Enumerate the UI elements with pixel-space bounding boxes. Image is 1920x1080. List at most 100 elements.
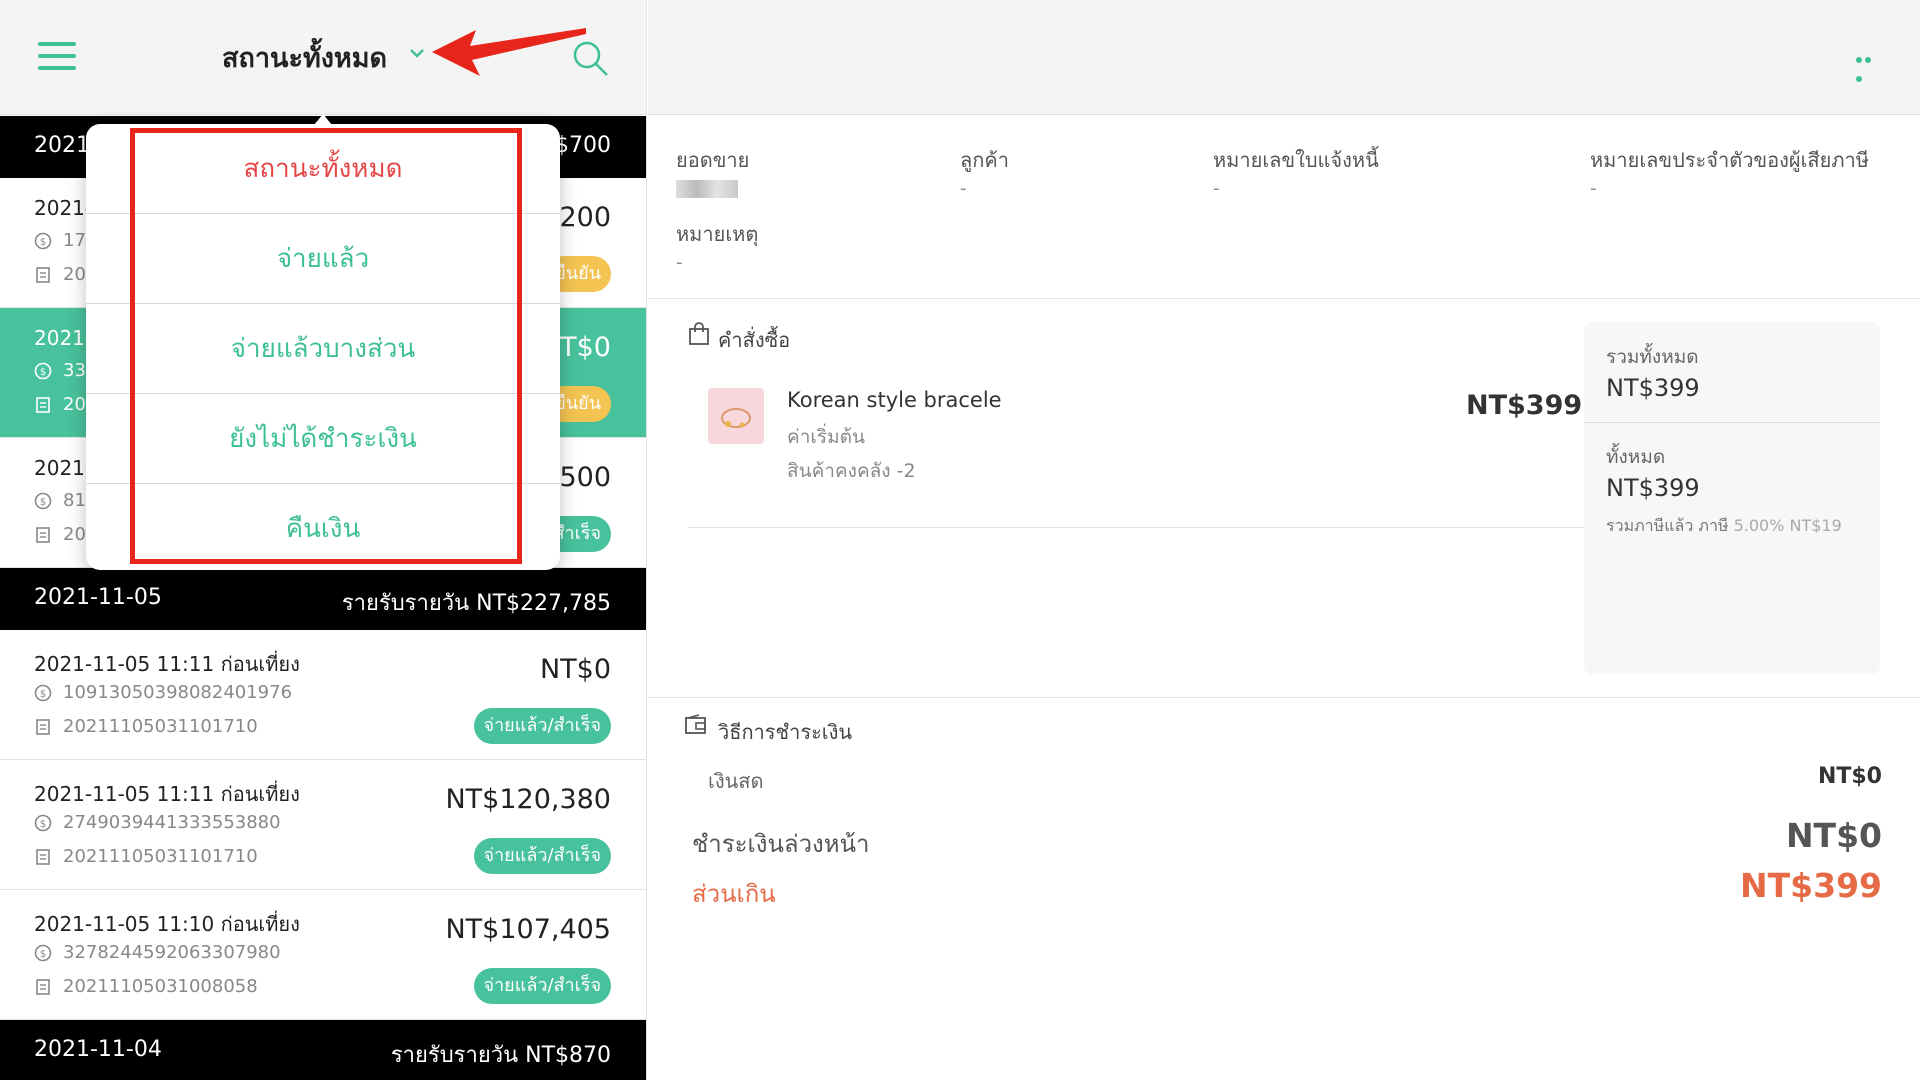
cash-label: เงินสด (708, 769, 764, 793)
row-time: 2021- (34, 456, 93, 480)
row-order-id: 33 (63, 360, 86, 381)
divider (688, 527, 1584, 528)
detail-header (648, 0, 1920, 115)
status-badge: จ่ายแล้ว/สำเร็จ (473, 838, 611, 874)
receipt-icon (36, 979, 50, 995)
row-order-id: 81 (63, 490, 86, 511)
transaction-detail-panel: ยอดขาย ลูกค้า - หมายเลขใบแจ้งหนี้ - หมาย… (648, 0, 1920, 1080)
more-options-icon[interactable] (1856, 48, 1882, 82)
row-time: 2021-11-05 11:11 ก่อนเที่ยง (34, 782, 300, 806)
order-section-title: คำสั่งซื้อ (718, 328, 791, 352)
receipt-icon (36, 849, 50, 865)
order-summary-card: รวมทั้งหมด NT$399 ทั้งหมด NT$399 รวมภาษี… (1584, 322, 1880, 674)
status-filter-dropdown: สถานะทั้งหมด จ่ายแล้ว จ่ายแล้วบางส่วน ยั… (86, 114, 560, 570)
search-icon[interactable] (570, 38, 610, 78)
prepaid-value: NT$0 (1785, 816, 1882, 855)
row-amount: NT$107,405 (445, 914, 611, 945)
date-group-header: 2021-11-05 รายรับรายวัน NT$227,785 (0, 568, 646, 630)
invoice-number-value: - (1213, 178, 1220, 199)
note-value: - (676, 252, 683, 273)
note-label: หมายเหตุ (676, 222, 759, 246)
status-filter-title[interactable]: สถานะทั้งหมด (222, 36, 387, 79)
row-time: 2021-11-05 11:11 ก่อนเที่ยง (34, 652, 300, 676)
list-header: สถานะทั้งหมด (0, 0, 646, 115)
menu-icon[interactable] (38, 42, 76, 72)
filter-option-all[interactable]: สถานะทั้งหมด (86, 124, 560, 214)
svg-text:$: $ (40, 237, 46, 248)
product-stock: สินค้าคงคลัง -2 (787, 460, 916, 482)
row-order-id: 2749039441333553880 (63, 812, 281, 833)
product-variant: ค่าเริ่มต้น (787, 426, 865, 448)
transaction-row[interactable]: 2021-11-05 11:11 ก่อนเที่ยง $ 1091305039… (0, 630, 646, 760)
subtotal-value: NT$399 (1606, 374, 1700, 402)
annotation-arrow-icon (432, 28, 586, 76)
row-invoice-number: 20211105031101710 (63, 846, 258, 867)
status-badge: จ่ายแล้ว/สำเร็จ (473, 708, 611, 744)
row-amount: NT$0 (539, 654, 611, 685)
svg-text:$: $ (40, 819, 46, 830)
row-amount: NT$120,380 (445, 784, 611, 815)
tax-label: รวมภาษีแล้ว ภาษี (1606, 516, 1729, 535)
row-order-id: 17 (63, 230, 86, 251)
transaction-row[interactable]: 2021-11-05 11:11 ก่อนเที่ยง $ 2749039441… (0, 760, 646, 890)
row-invoice-number: 20 (63, 394, 86, 415)
filter-option-unpaid[interactable]: ยังไม่ได้ชำระเงิน (86, 394, 560, 484)
shopping-bag-icon (689, 322, 709, 345)
product-name: Korean style bracele (787, 388, 1002, 412)
subtotal-label: รวมทั้งหมด (1606, 346, 1699, 368)
receipt-icon (36, 527, 50, 543)
invoice-number-label: หมายเลขใบแจ้งหนี้ (1213, 148, 1379, 172)
taxpayer-id-value: - (1590, 178, 1597, 199)
overpayment-label: ส่วนเกิน (692, 880, 776, 908)
filter-option-paid[interactable]: จ่ายแล้ว (86, 214, 560, 304)
row-order-id: 3278244592063307980 (63, 942, 281, 963)
divider (1584, 422, 1880, 423)
row-invoice-number: 20211105031008058 (63, 976, 258, 997)
coin-icon: $ (34, 684, 52, 702)
group-daily-total: รายรับรายวัน NT$227,785 (341, 591, 611, 616)
divider (648, 298, 1920, 299)
svg-text:$: $ (40, 367, 46, 378)
row-invoice-number: 20 (63, 524, 86, 545)
overpayment-value: NT$399 (1740, 866, 1882, 905)
filter-option-refund[interactable]: คืนเงิน (86, 484, 560, 574)
chevron-down-icon[interactable] (408, 44, 426, 62)
product-thumbnail (708, 388, 764, 444)
coin-icon: $ (34, 362, 52, 380)
tax-info: รวมภาษีแล้ว ภาษี 5.00% NT$19 (1606, 514, 1842, 539)
row-time: 2021- (34, 196, 93, 220)
group-daily-total: รายรับรายวัน NT$870 (390, 1043, 611, 1068)
transaction-row[interactable]: 2021-11-05 11:10 ก่อนเที่ยง $ 3278244592… (0, 890, 646, 1020)
group-date: 2021-11-05 (34, 585, 162, 610)
tax-value: 5.00% NT$19 (1733, 516, 1842, 535)
wallet-icon (685, 714, 706, 734)
row-time: 2021-11-05 11:10 ก่อนเที่ยง (34, 912, 300, 936)
product-price: NT$399 (1466, 390, 1583, 421)
group-date: 2021-11-04 (34, 1037, 162, 1062)
sales-label: ยอดขาย (676, 148, 750, 172)
row-order-id: 10913050398082401976 (63, 682, 293, 703)
sales-value-redacted (676, 180, 738, 198)
taxpayer-id-label: หมายเลขประจำตัวของผู้เสียภาษี (1590, 148, 1869, 172)
date-group-header: 2021-11-04 รายรับรายวัน NT$870 (0, 1020, 646, 1080)
customer-label: ลูกค้า (960, 148, 1009, 172)
transaction-list-panel: สถานะทั้งหมด 2021 $700 2021- $ 17 20 $20… (0, 0, 647, 1080)
group-date: 2021 (34, 133, 90, 158)
cash-value: NT$0 (1817, 764, 1882, 789)
total-value: NT$399 (1606, 474, 1700, 502)
divider (648, 697, 1920, 698)
coin-icon: $ (34, 944, 52, 962)
filter-option-partially-paid[interactable]: จ่ายแล้วบางส่วน (86, 304, 560, 394)
row-invoice-number: 20 (63, 264, 86, 285)
receipt-icon (36, 397, 50, 413)
row-time: 2021- (34, 326, 93, 350)
prepaid-label: ชำระเงินล่วงหน้า (692, 830, 870, 858)
receipt-icon (36, 719, 50, 735)
coin-icon: $ (34, 232, 52, 250)
row-amount: T$0 (560, 332, 611, 363)
coin-icon: $ (34, 814, 52, 832)
svg-text:$: $ (40, 949, 46, 960)
group-daily-total: $700 (555, 133, 611, 158)
customer-value: - (960, 178, 967, 199)
svg-text:$: $ (40, 689, 46, 700)
